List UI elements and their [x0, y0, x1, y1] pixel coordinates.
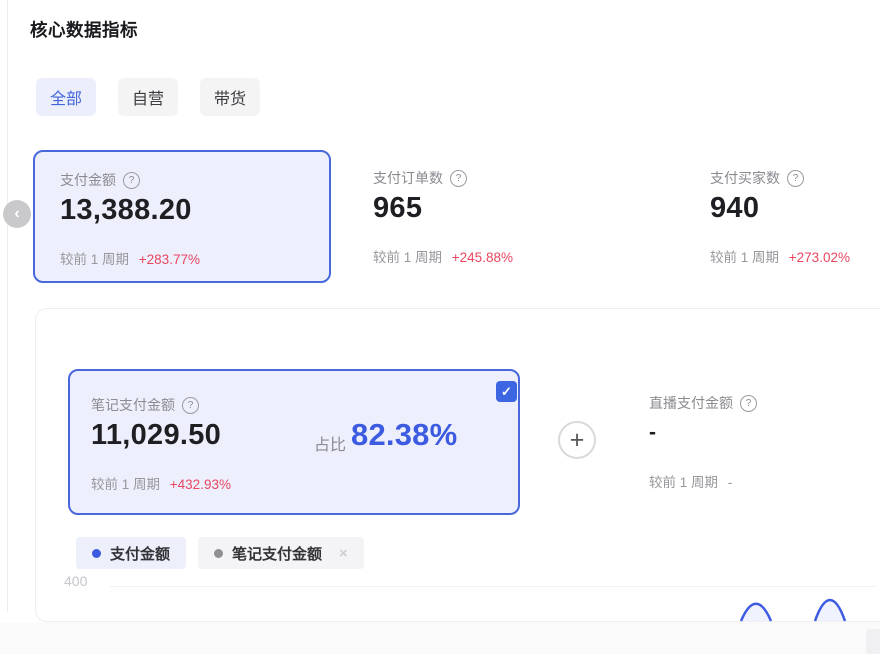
chart-legend: 支付金额 笔记支付金额 × [76, 537, 364, 569]
metric-label: 支付买家数 [710, 168, 780, 188]
close-icon[interactable]: × [339, 545, 348, 562]
help-icon[interactable]: ? [450, 170, 467, 187]
legend-label: 支付金额 [110, 543, 170, 564]
check-icon: ✓ [501, 384, 512, 400]
metric-label-row: 支付金额 ? [60, 170, 140, 190]
compare-label: 较前 1 周期 [60, 252, 129, 267]
help-icon[interactable]: ? [182, 397, 199, 414]
tab-affiliate[interactable]: 带货 [200, 78, 260, 116]
metric-label: 直播支付金额 [649, 393, 733, 413]
metric-card-content: 支付订单数 ? 965 较前 1 周期 +245.88% [373, 150, 663, 283]
metric-label-row: 笔记支付金额 ? [91, 395, 199, 415]
metric-card-content: 支付金额 ? 13,388.20 较前 1 周期 +283.77% [60, 152, 329, 281]
chart-panel: 笔记支付金额 ? 11,029.50 占比 82.38% 较前 1 周期 +43… [35, 308, 880, 622]
help-icon[interactable]: ? [787, 170, 804, 187]
metric-delta-row: 较前 1 周期 +283.77% [60, 248, 200, 268]
metric-value: 11,029.50 [91, 419, 221, 452]
tab-self-operated[interactable]: 自营 [118, 78, 178, 116]
metric-label: 支付金额 [60, 170, 116, 190]
legend-chip-payment-amount[interactable]: 支付金额 [76, 537, 186, 569]
metric-value: - [649, 421, 656, 445]
ratio-value: 82.38% [351, 417, 457, 453]
metric-delta-row: 较前 1 周期 +432.93% [91, 473, 231, 493]
metric-label-row: 支付买家数 ? [710, 168, 804, 188]
delta-value: +432.93% [170, 477, 231, 492]
bottom-right-widget [866, 629, 880, 654]
compare-label: 较前 1 周期 [710, 250, 779, 265]
metric-card-order-count[interactable]: 支付订单数 ? 965 较前 1 周期 +245.88% [373, 150, 663, 283]
delta-value: +283.77% [139, 252, 200, 267]
note-payment-card[interactable]: 笔记支付金额 ? 11,029.50 占比 82.38% 较前 1 周期 +43… [68, 369, 520, 515]
scope-tabs: 全部 自营 带货 [36, 78, 260, 116]
page-title: 核心数据指标 [30, 17, 138, 42]
y-axis-tick-400: 400 [64, 573, 87, 589]
metric-value: 13,388.20 [60, 194, 192, 227]
gridline-400 [110, 586, 876, 587]
note-metric-checkbox[interactable]: ✓ [496, 381, 517, 402]
metric-card-content: 支付买家数 ? 940 较前 1 周期 +273.02% [710, 150, 880, 283]
core-metrics-dashboard: 核心数据指标 全部 自营 带货 ‹ 支付金额 ? 13,388.20 较前 1 … [0, 0, 880, 654]
metric-label-row: 直播支付金额 ? [649, 393, 757, 413]
chevron-left-icon: ‹ [14, 205, 19, 223]
legend-dot-gray [214, 549, 223, 558]
legend-chip-note-payment-amount[interactable]: 笔记支付金额 × [198, 537, 364, 569]
help-icon[interactable]: ? [740, 395, 757, 412]
page-background-strip [0, 623, 880, 654]
legend-dot-blue [92, 549, 101, 558]
delta-value: - [728, 475, 733, 490]
help-icon[interactable]: ? [123, 172, 140, 189]
live-payment-block[interactable]: 直播支付金额 ? - 较前 1 周期 - [649, 369, 880, 515]
metric-delta-row: 较前 1 周期 +273.02% [710, 246, 850, 266]
tab-all[interactable]: 全部 [36, 78, 96, 116]
carousel-prev-button[interactable]: ‹ [3, 200, 31, 228]
metric-value: 965 [373, 192, 422, 225]
compare-label: 较前 1 周期 [373, 250, 442, 265]
compare-label: 较前 1 周期 [649, 475, 718, 490]
delta-value: +273.02% [789, 250, 850, 265]
metric-label: 支付订单数 [373, 168, 443, 188]
legend-label: 笔记支付金额 [232, 543, 322, 564]
metric-delta-row: 较前 1 周期 - [649, 471, 732, 491]
metric-delta-row: 较前 1 周期 +245.88% [373, 246, 513, 266]
add-metric-button[interactable]: + [558, 421, 596, 459]
metric-label: 笔记支付金额 [91, 395, 175, 415]
metric-card-buyer-count[interactable]: 支付买家数 ? 940 较前 1 周期 +273.02% [710, 150, 880, 283]
compare-label: 较前 1 周期 [91, 477, 160, 492]
left-divider [7, 0, 8, 612]
metric-card-payment-amount[interactable]: 支付金额 ? 13,388.20 较前 1 周期 +283.77% [33, 150, 331, 283]
delta-value: +245.88% [452, 250, 513, 265]
ratio-label: 占比 [314, 431, 346, 455]
metric-value: 940 [710, 192, 759, 225]
metric-label-row: 支付订单数 ? [373, 168, 467, 188]
plus-icon: + [570, 428, 585, 453]
